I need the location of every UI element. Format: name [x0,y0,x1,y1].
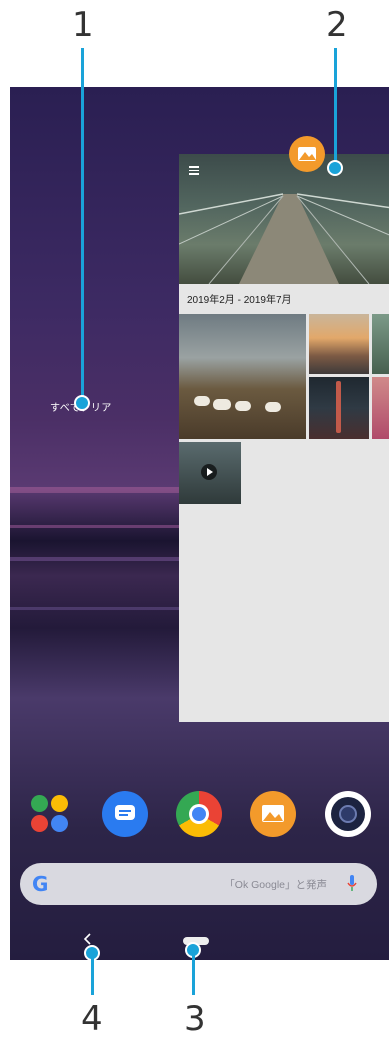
sheep [265,402,281,412]
photo-thumbnail-forest[interactable] [372,314,389,374]
camera-icon[interactable] [325,791,371,837]
google-search-bar[interactable]: G 「Ok Google」と発声 [20,863,377,905]
video-thumbnail[interactable] [179,442,241,504]
callout-dot-2 [327,160,343,176]
sheep [235,401,251,411]
recent-app-card[interactable]: 2019年2月 - 2019年7月 [179,154,389,722]
google-apps-folder-icon[interactable] [27,791,73,837]
callout-line-4 [91,958,94,995]
recent-apps-screen: すべてクリア 2019年2月 - 2019年7月 [10,87,389,960]
photo-mountain-icon [298,147,316,161]
menu-icon[interactable] [189,166,199,175]
boat [336,381,341,433]
callout-dot-1 [74,395,90,411]
google-logo-icon: G [32,872,49,896]
photo-thumbnail-sheep[interactable] [179,314,306,439]
back-icon[interactable] [81,932,95,946]
callout-line-3 [192,955,195,995]
callout-number-4: 4 [81,999,103,1039]
microphone-icon[interactable] [347,874,357,894]
photo-thumbnail-pink[interactable] [372,377,389,439]
photos-icon[interactable] [250,791,296,837]
messages-icon[interactable] [102,791,148,837]
callout-number-3: 3 [184,999,206,1039]
photos-app-badge-icon[interactable] [289,136,325,172]
callout-line-1 [81,48,84,400]
sheep [213,399,231,410]
album-date-range: 2019年2月 - 2019年7月 [187,295,292,306]
chrome-icon[interactable] [176,791,222,837]
search-hint-text: 「Ok Google」と発声 [224,879,327,891]
photo-thumbnail-rowing[interactable] [309,377,369,439]
play-icon [201,464,217,480]
callout-number-1: 1 [72,5,94,45]
callout-line-2 [334,48,337,168]
callout-number-2: 2 [326,5,348,45]
suspension-bridge-image [179,193,389,284]
photo-thumbnail-sunset[interactable] [309,314,369,374]
sheep [194,396,210,406]
album-hero-photo [179,154,389,284]
